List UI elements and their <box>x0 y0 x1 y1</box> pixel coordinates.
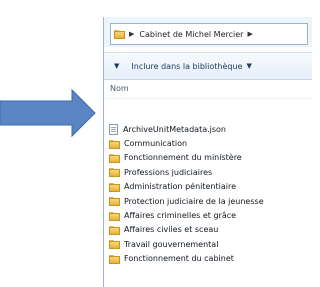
folder-icon <box>109 239 120 250</box>
list-item-label: Fonctionnement du cabinet <box>124 254 234 264</box>
list-item-label: Communication <box>124 139 188 149</box>
list-item-label: Fonctionnement du ministère <box>124 153 242 163</box>
folder-icon <box>109 196 120 207</box>
list-item-folder[interactable]: Communication <box>104 136 312 150</box>
command-bar: ▼ Inclure dans la bibliothèque ▼ <box>104 52 312 80</box>
folder-icon <box>109 211 120 221</box>
list-item-folder[interactable]: Travail gouvernemental <box>104 237 312 251</box>
chevron-down-icon: ▼ <box>114 62 120 70</box>
list-item-label: Affaires criminelles et grâce <box>124 211 237 221</box>
list-item-label: Administration pénitentiaire <box>124 182 237 192</box>
list-item-folder[interactable]: Administration pénitentiaire <box>104 180 312 194</box>
list-item-folder[interactable]: Fonctionnement du ministère <box>104 151 312 165</box>
arrow-shape <box>0 88 96 138</box>
address-field[interactable]: ▶ Cabinet de Michel Mercier ▶ <box>110 23 308 45</box>
list-item-folder[interactable]: Professions judiciaires <box>104 165 312 179</box>
list-item-label: Travail gouvernemental <box>124 239 219 249</box>
address-bar: ▶ Cabinet de Michel Mercier ▶ <box>104 17 312 47</box>
chevron-right-icon[interactable]: ▶ <box>247 30 252 38</box>
breadcrumb-label: Cabinet de Michel Mercier <box>139 29 244 39</box>
file-list: ArchiveUnitMetadata.json Communication F… <box>104 122 312 266</box>
folder-icon <box>114 29 125 39</box>
list-item-folder[interactable]: Protection judiciaire de la jeunesse <box>104 194 312 208</box>
explorer-window: ▶ Cabinet de Michel Mercier ▶ ▼ Inclure … <box>103 17 312 287</box>
list-item-label: ArchiveUnitMetadata.json <box>123 124 226 134</box>
list-item-folder[interactable]: Affaires civiles et sceau <box>104 223 312 237</box>
list-item-label: Protection judiciaire de la jeunesse <box>124 196 264 206</box>
file-icon <box>109 123 118 135</box>
list-item-label: Professions judiciaires <box>124 167 213 177</box>
column-header-name[interactable]: Nom <box>104 79 312 99</box>
folder-icon <box>109 254 120 264</box>
dropdown-arrow-icon: ▼ <box>246 62 252 70</box>
list-item-label: Affaires civiles et sceau <box>124 225 219 235</box>
folder-icon <box>109 182 120 192</box>
breadcrumb-segment[interactable]: Cabinet de Michel Mercier <box>139 30 243 39</box>
include-in-library-label: Inclure dans la bibliothèque <box>131 61 243 71</box>
column-header-label: Nom <box>110 84 129 93</box>
folder-icon <box>109 225 120 235</box>
list-item-folder[interactable]: Fonctionnement du cabinet <box>104 252 312 266</box>
folder-icon <box>109 139 120 149</box>
chevron-right-icon[interactable]: ▶ <box>129 30 134 38</box>
folder-icon <box>109 167 120 178</box>
list-item-json-file[interactable]: ArchiveUnitMetadata.json <box>104 122 312 136</box>
screenshot-canvas: ▶ Cabinet de Michel Mercier ▶ ▼ Inclure … <box>0 0 312 287</box>
folder-icon <box>109 153 120 163</box>
include-in-library-button[interactable]: ▼ Inclure dans la bibliothèque ▼ <box>114 62 252 71</box>
list-item-folder[interactable]: Affaires criminelles et grâce <box>104 208 312 222</box>
